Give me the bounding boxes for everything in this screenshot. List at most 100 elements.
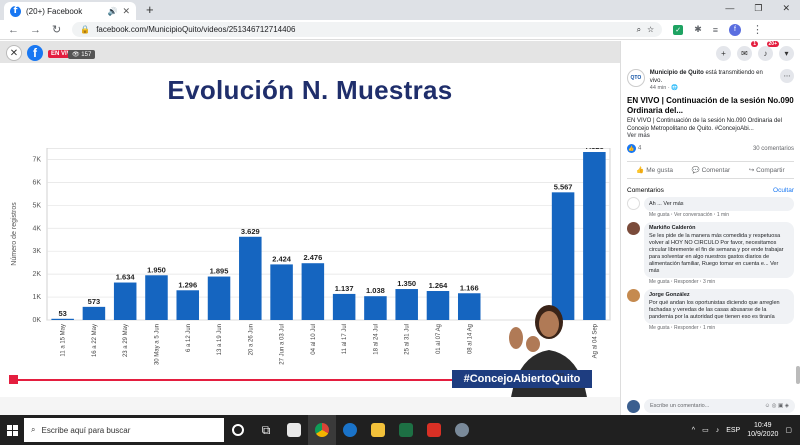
comment-count[interactable]: 30 comentarios xyxy=(753,146,794,152)
store-app[interactable] xyxy=(280,415,308,445)
comment-author[interactable]: Jorge González xyxy=(649,292,789,299)
window-close-icon[interactable]: ✕ xyxy=(782,3,790,14)
facebook-logo-icon[interactable]: f xyxy=(27,45,43,61)
see-more-link[interactable]: Ver más xyxy=(627,133,794,139)
chevron-up-icon[interactable]: ^ xyxy=(692,427,695,434)
profile-avatar[interactable]: f xyxy=(729,23,742,36)
address-bar: ← → ↻ 🔒 facebook.com/MunicipioQuito/vide… xyxy=(0,20,800,40)
account-menu-button[interactable]: ▾ xyxy=(779,45,794,61)
back-icon[interactable]: ← xyxy=(8,24,19,36)
like-button[interactable]: 👍 Me gusta xyxy=(636,166,673,174)
acrobat-app[interactable] xyxy=(420,415,448,445)
create-button[interactable]: + xyxy=(716,45,731,61)
like-label: Me gusta xyxy=(646,167,673,174)
browser-menu-icon[interactable]: ⋮ xyxy=(752,23,763,36)
comment-meta: Me gusta · Ver conversación · 1 min xyxy=(649,212,730,218)
x-tick-label: 16 a 22 May xyxy=(92,324,98,357)
user-avatar[interactable] xyxy=(627,399,640,413)
close-video-button[interactable]: ✕ xyxy=(6,45,22,61)
notifications-badge: 20+ xyxy=(766,40,779,47)
data-label: 53 xyxy=(58,309,66,318)
comment-reply-link[interactable]: Responder xyxy=(674,279,698,285)
comment-reply-link[interactable]: Ver conversación xyxy=(674,212,712,218)
cortana-button[interactable] xyxy=(224,415,252,445)
video-progress-bar[interactable] xyxy=(12,379,452,381)
volume-icon[interactable]: ♪ xyxy=(716,427,720,434)
comment-button[interactable]: 💬 Comentar xyxy=(692,166,730,174)
chrome-app[interactable] xyxy=(308,415,336,445)
post-description: EN VIVO | Continuación de la sesión No.0… xyxy=(627,118,782,132)
bar xyxy=(332,293,356,320)
globe-icon: 🌐 xyxy=(671,85,679,91)
store-icon xyxy=(287,423,301,437)
comment-time[interactable]: 1 min xyxy=(717,212,729,218)
share-button[interactable]: ↪ Compartir xyxy=(749,166,785,174)
comment-text: Por qué andan los oportunistas diciendo … xyxy=(649,300,780,320)
task-view-button[interactable]: ⧉ xyxy=(252,415,280,445)
hashtag-banner: #ConcejoAbiertoQuito xyxy=(452,370,592,388)
comment-input[interactable]: Escribe un comentario... ☺ ◎ ▣ ◈ xyxy=(644,399,795,413)
other-app[interactable] xyxy=(448,415,476,445)
taskbar-search[interactable]: ⌕ Escribe aquí para buscar xyxy=(24,418,224,442)
notifications-button[interactable]: ♪ 20+ xyxy=(758,40,779,61)
forward-icon[interactable]: → xyxy=(30,24,41,36)
thumbs-up-icon: 👍 xyxy=(636,167,645,174)
comment-like-link[interactable]: Me gusta xyxy=(649,279,670,285)
media-control-icon[interactable]: ≡ xyxy=(713,25,718,35)
browser-tab[interactable]: f (20+) Facebook 🔊 ✕ xyxy=(4,2,136,20)
star-icon[interactable]: ☆ xyxy=(647,25,654,34)
explorer-app[interactable] xyxy=(364,415,392,445)
minimize-icon[interactable]: — xyxy=(725,3,734,14)
bar xyxy=(113,282,137,320)
reload-icon[interactable]: ↻ xyxy=(52,23,61,36)
bar xyxy=(364,296,387,320)
url-text: facebook.com/MunicipioQuito/videos/25134… xyxy=(96,25,296,34)
post-time-value[interactable]: 44 min xyxy=(650,85,667,91)
comment-bubble: Ah ... Ver más xyxy=(644,197,794,211)
comment-time[interactable]: 1 min xyxy=(703,325,715,331)
hide-comments-button[interactable]: Ocultar xyxy=(773,187,794,194)
data-label: 573 xyxy=(88,297,101,306)
page-name[interactable]: Municipio de Quito xyxy=(650,70,704,76)
page-avatar[interactable]: QTO xyxy=(627,69,645,87)
emoji-icons[interactable]: ☺ ◎ ▣ ◈ xyxy=(765,403,789,409)
edge-icon xyxy=(343,423,357,437)
chart-title: Evolución N. Muestras xyxy=(167,75,453,105)
post-time: 44 min · 🌐 xyxy=(649,85,679,91)
data-label: 1.634 xyxy=(116,273,136,282)
clock[interactable]: 10:49 10/9/2020 xyxy=(747,421,778,439)
network-icon[interactable]: ▭ xyxy=(702,426,709,434)
edge-app[interactable] xyxy=(336,415,364,445)
maximize-icon[interactable]: ❐ xyxy=(754,3,762,14)
zoom-icon[interactable]: ⌕ xyxy=(637,25,641,35)
comment-reply-link[interactable]: Responder xyxy=(674,325,698,331)
bar xyxy=(301,263,325,320)
tab-close-icon[interactable]: ✕ xyxy=(122,6,130,17)
comment-avatar[interactable] xyxy=(627,289,640,302)
extensions-icon[interactable]: ✱ xyxy=(694,24,702,35)
comment-author[interactable]: Markiño Calderón xyxy=(649,225,789,232)
comment-avatar[interactable] xyxy=(627,197,640,210)
comment-text: Ah ... Ver más xyxy=(649,201,684,207)
comment-time[interactable]: 3 min xyxy=(703,279,715,285)
speaker-icon[interactable]: 🔊 xyxy=(107,7,117,16)
bar xyxy=(51,318,74,320)
reaction-count[interactable]: 👍 4 xyxy=(627,144,641,153)
comment-avatar[interactable] xyxy=(627,222,640,235)
extension-check-icon[interactable]: ✓ xyxy=(673,24,684,35)
excel-app[interactable] xyxy=(392,415,420,445)
url-field[interactable]: 🔒 facebook.com/MunicipioQuito/videos/251… xyxy=(72,22,663,37)
notification-center-icon[interactable]: ▢ xyxy=(785,426,792,434)
messenger-button[interactable]: ✉ 1 xyxy=(737,40,758,61)
like-reaction-icon: 👍 xyxy=(627,144,636,153)
start-button[interactable] xyxy=(0,415,24,445)
new-tab-button[interactable]: + xyxy=(146,2,154,17)
comment-like-link[interactable]: Me gusta xyxy=(649,325,670,331)
more-options-button[interactable]: ⋯ xyxy=(780,69,794,83)
video-player[interactable]: ✕ f EN VIVO 👁 157 Evolución N. Muestras … xyxy=(0,41,620,415)
task-view-icon: ⧉ xyxy=(261,422,271,437)
comments-scrollbar[interactable] xyxy=(796,366,800,384)
comment-like-link[interactable]: Me gusta xyxy=(649,212,670,218)
progress-handle[interactable] xyxy=(9,375,18,384)
language-indicator[interactable]: ESP xyxy=(726,427,740,434)
